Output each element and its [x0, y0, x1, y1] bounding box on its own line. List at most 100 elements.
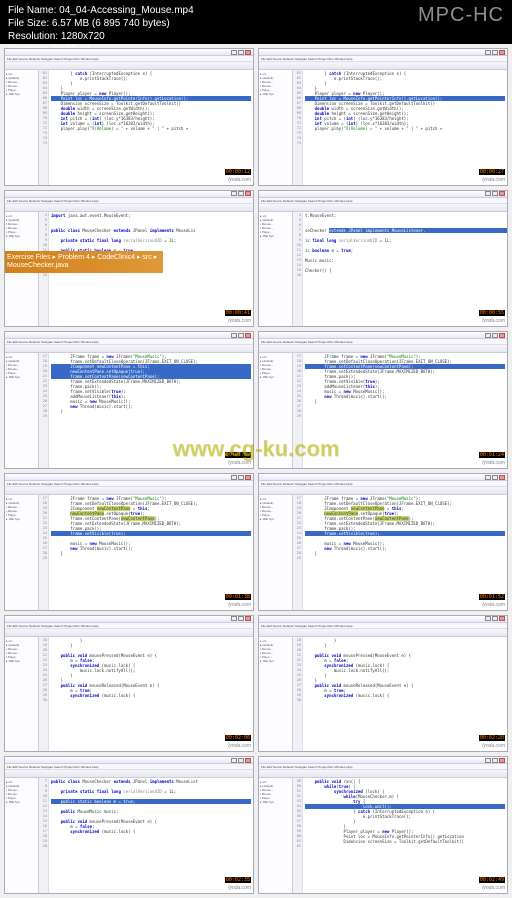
- file-size-value: 6.57 MB (6 895 740 bytes): [52, 18, 170, 29]
- toolbar[interactable]: [259, 629, 507, 637]
- toolbar[interactable]: [5, 487, 253, 495]
- project-tree[interactable]: ▸ src ▸ (default) ▪ Mouse... ▪ Mouse... …: [259, 353, 293, 468]
- code-content[interactable]: JFrame frame = new JFrame("MouseMusic");…: [49, 495, 253, 610]
- minimize-icon[interactable]: [485, 758, 491, 763]
- maximize-icon[interactable]: [238, 191, 244, 196]
- close-icon[interactable]: [245, 333, 251, 338]
- maximize-icon[interactable]: [492, 758, 498, 763]
- maximize-icon[interactable]: [492, 616, 498, 621]
- code-content[interactable]: } catch (InterruptedException e) { e.pri…: [303, 70, 507, 185]
- close-icon[interactable]: [499, 191, 505, 196]
- code-content[interactable]: t.MouseEvent; seChecker extends JPanel i…: [303, 212, 507, 327]
- thumbnail-cell[interactable]: File Edit Source Refactor Navigate Searc…: [258, 756, 508, 894]
- code-content[interactable]: public void run() { while(true) { synchr…: [303, 778, 507, 893]
- minimize-icon[interactable]: [231, 758, 237, 763]
- toolbar[interactable]: [5, 345, 253, 353]
- toolbar[interactable]: [5, 629, 253, 637]
- minimize-icon[interactable]: [485, 191, 491, 196]
- toolbar[interactable]: [259, 62, 507, 70]
- minimize-icon[interactable]: [231, 475, 237, 480]
- code-content[interactable]: JFrame frame = new JFrame("MouseMusic");…: [303, 495, 507, 610]
- thumbnail-cell[interactable]: File Edit Source Refactor Navigate Searc…: [4, 48, 254, 186]
- maximize-icon[interactable]: [238, 50, 244, 55]
- thumbnail-cell[interactable]: File Edit Source Refactor Navigate Searc…: [258, 615, 508, 753]
- minimize-icon[interactable]: [485, 333, 491, 338]
- close-icon[interactable]: [245, 616, 251, 621]
- thumbnail-cell[interactable]: File Edit Source Refactor Navigate Searc…: [4, 756, 254, 894]
- toolbar[interactable]: [259, 487, 507, 495]
- minimize-icon[interactable]: [231, 191, 237, 196]
- timestamp-badge: 00:00:55: [479, 310, 505, 316]
- minimize-icon[interactable]: [485, 50, 491, 55]
- code-content[interactable]: public class MouseChecker extends JPanel…: [49, 778, 253, 893]
- toolbar[interactable]: [5, 62, 253, 70]
- line-gutter: 4950515253545556575859606162: [293, 778, 303, 893]
- minimize-icon[interactable]: [231, 50, 237, 55]
- close-icon[interactable]: [499, 50, 505, 55]
- project-tree[interactable]: ▸ src ▸ (default) ▪ Mouse... ▪ Mouse... …: [5, 637, 39, 752]
- toolbar[interactable]: [5, 204, 253, 212]
- close-icon[interactable]: [499, 758, 505, 763]
- thumbnail-cell[interactable]: File Edit Source Refactor Navigate Searc…: [4, 331, 254, 469]
- code-content[interactable]: JFrame frame = new JFrame("MouseMusic");…: [49, 353, 253, 468]
- code-content[interactable]: } } public void mousePressed(MouseEvent …: [303, 637, 507, 752]
- code-content[interactable]: } catch (InterruptedException e) { e.pri…: [49, 70, 253, 185]
- project-tree[interactable]: ▸ src ▸ (default) ▪ Mouse... ▪ Mouse... …: [259, 637, 293, 752]
- thumbnail-cell[interactable]: File Edit Source Refactor Navigate Searc…: [4, 615, 254, 753]
- thumbnail-cell[interactable]: File Edit Source Refactor Navigate Searc…: [4, 473, 254, 611]
- toolbar[interactable]: [259, 204, 507, 212]
- close-icon[interactable]: [245, 191, 251, 196]
- toolbar[interactable]: [5, 770, 253, 778]
- code-editor[interactable]: 7891011121314151617181920 public class M…: [39, 778, 253, 893]
- minimize-icon[interactable]: [485, 475, 491, 480]
- maximize-icon[interactable]: [492, 333, 498, 338]
- maximize-icon[interactable]: [492, 475, 498, 480]
- maximize-icon[interactable]: [492, 191, 498, 196]
- minimize-icon[interactable]: [485, 616, 491, 621]
- lynda-watermark: lynda.com: [228, 602, 251, 608]
- project-tree[interactable]: ▸ src ▸ (default) ▪ Mouse... ▪ Mouse... …: [259, 778, 293, 893]
- project-tree[interactable]: ▸ src ▸ (default) ▪ Mouse... ▪ Mouse... …: [5, 778, 39, 893]
- project-tree[interactable]: ▸ src ▸ (default) ▪ Mouse... ▪ Mouse... …: [259, 70, 293, 185]
- code-editor[interactable]: 616263646566676869707172737475 } catch (…: [39, 70, 253, 185]
- close-icon[interactable]: [245, 758, 251, 763]
- maximize-icon[interactable]: [492, 50, 498, 55]
- project-tree[interactable]: ▸ src ▸ (default) ▪ Mouse... ▪ Mouse... …: [5, 495, 39, 610]
- code-editor[interactable]: 17181920212223242526272829 JFrame frame …: [39, 495, 253, 610]
- code-editor[interactable]: 4950515253545556575859606162 public void…: [293, 778, 507, 893]
- close-icon[interactable]: [499, 333, 505, 338]
- thumbnail-cell[interactable]: File Edit Source Refactor Navigate Searc…: [4, 190, 254, 328]
- code-editor[interactable]: 17181920212223242526272829 JFrame frame …: [39, 353, 253, 468]
- close-icon[interactable]: [499, 475, 505, 480]
- thumbnail-cell[interactable]: File Edit Source Refactor Navigate Searc…: [258, 473, 508, 611]
- code-content[interactable]: } } public void mousePressed(MouseEvent …: [49, 637, 253, 752]
- maximize-icon[interactable]: [238, 475, 244, 480]
- maximize-icon[interactable]: [238, 333, 244, 338]
- window-titlebar: [259, 332, 507, 339]
- project-tree[interactable]: ▸ src ▸ (default) ▪ Mouse... ▪ Mouse... …: [259, 212, 293, 327]
- project-tree[interactable]: ▸ src ▸ (default) ▪ Mouse... ▪ Mouse... …: [5, 353, 39, 468]
- maximize-icon[interactable]: [238, 758, 244, 763]
- code-editor[interactable]: 616263646566676869707172737475 } catch (…: [293, 70, 507, 185]
- close-icon[interactable]: [245, 50, 251, 55]
- project-tree[interactable]: ▸ src ▸ (default) ▪ Mouse... ▪ Mouse... …: [259, 495, 293, 610]
- code-editor[interactable]: 18192021222324252627282930 } } public vo…: [39, 637, 253, 752]
- code-editor[interactable]: 17181920212223242526272829 JFrame frame …: [293, 353, 507, 468]
- code-editor[interactable]: 17181920212223242526272829 JFrame frame …: [293, 495, 507, 610]
- thumbnail-cell[interactable]: File Edit Source Refactor Navigate Searc…: [258, 331, 508, 469]
- toolbar[interactable]: [259, 345, 507, 353]
- code-editor[interactable]: 45678910111213141516 t.MouseEvent; seChe…: [293, 212, 507, 327]
- minimize-icon[interactable]: [231, 333, 237, 338]
- project-tree[interactable]: ▸ src ▸ (default) ▪ Mouse... ▪ Mouse... …: [5, 70, 39, 185]
- close-icon[interactable]: [499, 616, 505, 621]
- thumbnail-cell[interactable]: File Edit Source Refactor Navigate Searc…: [258, 48, 508, 186]
- line-gutter: 17181920212223242526272829: [39, 495, 49, 610]
- toolbar[interactable]: [259, 770, 507, 778]
- code-content[interactable]: JFrame frame = new JFrame("MouseMusic");…: [303, 353, 507, 468]
- thumbnail-cell[interactable]: File Edit Source Refactor Navigate Searc…: [258, 190, 508, 328]
- minimize-icon[interactable]: [231, 616, 237, 621]
- maximize-icon[interactable]: [238, 616, 244, 621]
- lynda-watermark: lynda.com: [228, 318, 251, 324]
- close-icon[interactable]: [245, 475, 251, 480]
- code-editor[interactable]: 18192021222324252627282930 } } public vo…: [293, 637, 507, 752]
